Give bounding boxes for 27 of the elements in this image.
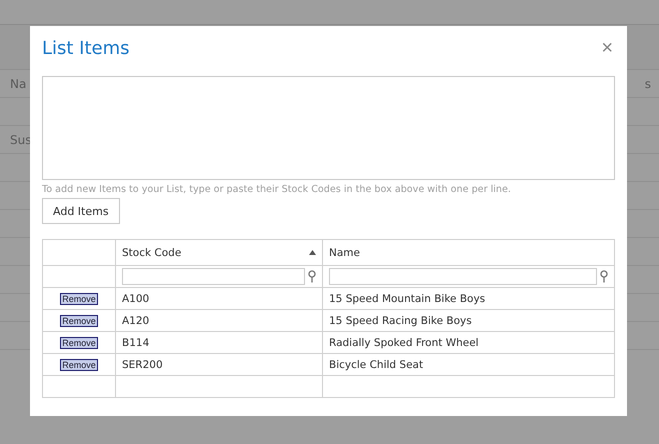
remove-button[interactable]: Remove [60,292,98,304]
table-cell: 15 Speed Racing Bike Boys [322,310,614,332]
column-header[interactable]: Stock Code [116,240,322,266]
remove-button[interactable]: Remove [60,358,98,370]
table-cell: A100 [116,288,322,310]
column-header: Na [10,76,26,90]
table-cell: Radially Spoked Front Wheel [322,332,614,354]
add-items-button[interactable]: Add Items [42,198,120,224]
table-cell: Bicycle Child Seat [322,354,614,376]
table-cell: 15 Speed Mountain Bike Boys [322,288,614,310]
remove-button[interactable]: Remove [60,336,98,348]
table-cell: SER200 [116,354,322,376]
remove-button[interactable]: Remove [60,314,98,326]
column-header[interactable]: Name [322,240,614,266]
table-cell: A120 [116,310,322,332]
pin-icon[interactable] [600,270,608,283]
table-cell: B114 [116,332,322,354]
table-cell: Sus [10,132,32,146]
close-button[interactable]: × [599,38,615,58]
hint-text: To add new Items to your List, type or paste their Stock Codes in the box above with one per line. [42,184,512,195]
column-header: s [644,76,651,90]
filter-field[interactable] [329,268,597,285]
stock-codes-field[interactable] [42,76,615,180]
dialog-title: List Items [42,38,130,58]
filter-field[interactable] [122,268,305,285]
sort-icon [309,250,316,255]
pin-icon[interactable] [308,270,316,283]
